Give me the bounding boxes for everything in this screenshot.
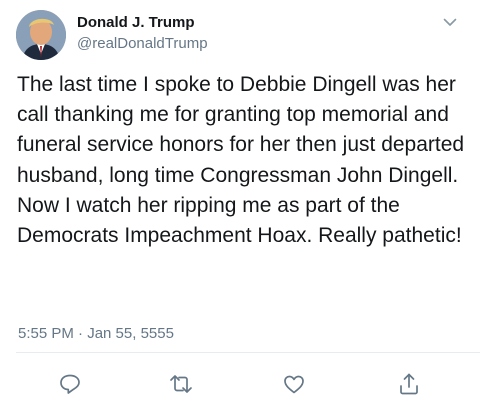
author-display-name[interactable]: Donald J. Trump [77, 14, 195, 31]
share-icon [400, 373, 418, 395]
author-handle[interactable]: @realDonaldTrump [77, 35, 208, 52]
tweet-text: The last time I spoke to Debbie Dingell … [17, 73, 465, 248]
tweet-card: Donald J. Trump @realDonaldTrump The las… [0, 0, 480, 410]
chevron-down-icon[interactable] [441, 13, 459, 31]
retweet-icon [170, 375, 192, 393]
retweet-button[interactable] [167, 370, 195, 398]
like-icon [284, 375, 304, 394]
reply-button[interactable] [56, 370, 84, 398]
reply-icon [60, 374, 80, 394]
avatar-photo-icon [16, 10, 66, 60]
like-button[interactable] [280, 370, 308, 398]
divider [16, 352, 480, 353]
tweet-actions [0, 370, 480, 398]
avatar[interactable] [16, 10, 66, 60]
tweet-timestamp[interactable]: 5:55 PM · Jan 55, 5555 [18, 325, 174, 342]
share-button[interactable] [395, 370, 423, 398]
